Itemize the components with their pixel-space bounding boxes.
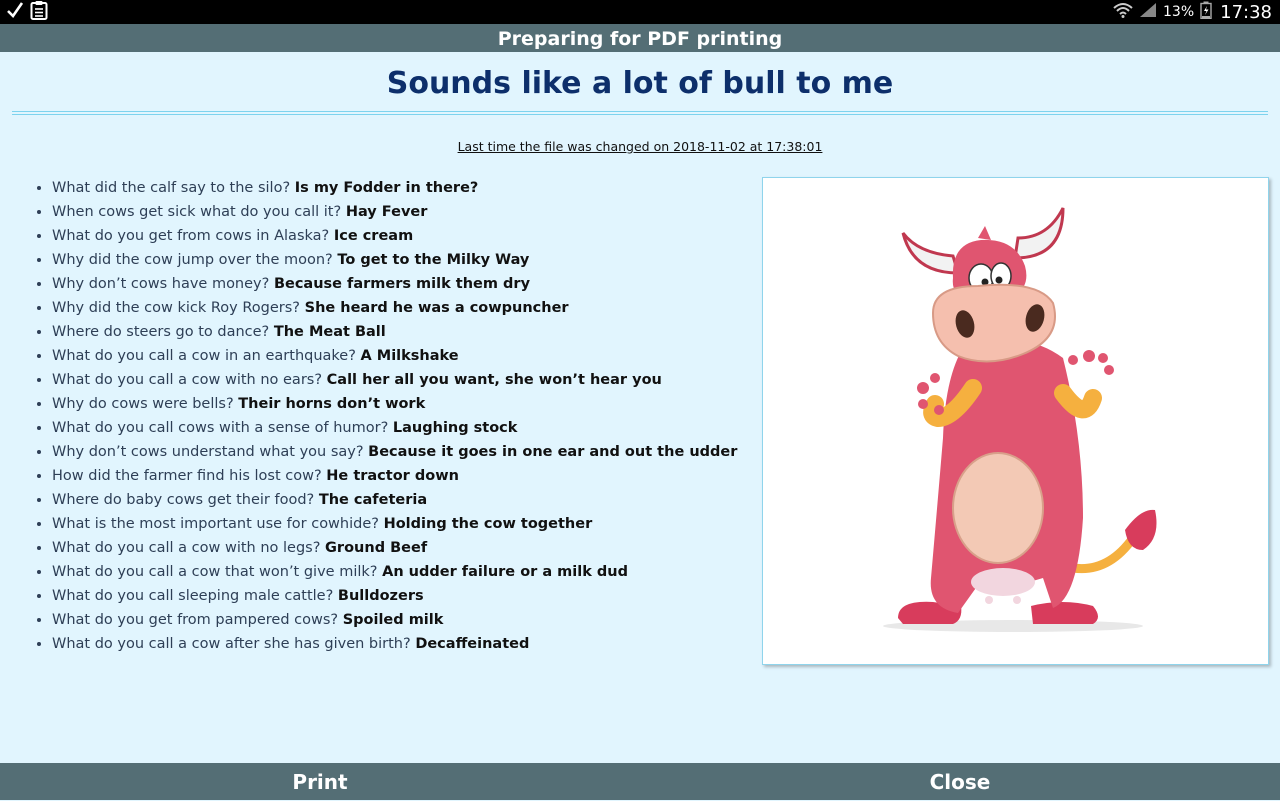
joke-list-item: What do you call sleeping male cattle? B… [52,584,737,608]
title-divider [12,111,1268,112]
joke-question: What do you call a cow with no ears? [52,372,323,388]
joke-question: How did the farmer find his lost cow? [52,468,322,484]
joke-question: Where do steers go to dance? [52,324,270,340]
joke-answer: Bulldozers [337,588,424,604]
joke-question: What do you call a cow in an earthquake? [52,348,356,364]
joke-question: Where do baby cows get their food? [52,492,315,508]
joke-question: What do you call a cow with no legs? [52,540,321,556]
joke-answer: Ground Beef [325,540,428,556]
cow-image-frame [762,177,1269,665]
status-left [0,0,48,24]
joke-list-item: Why did the cow jump over the moon? To g… [52,248,737,272]
battery-percent: 13% [1163,4,1195,20]
joke-list-item: Why don’t cows understand what you say? … [52,440,737,464]
joke-question: Why do cows were bells? [52,396,234,412]
close-button[interactable]: Close [640,763,1280,800]
joke-question: What do you call a cow after she has giv… [52,636,411,652]
joke-question: Why did the cow jump over the moon? [52,252,333,268]
cow-illustration [883,207,1157,632]
status-bar: 13% 17:38 [0,0,1280,24]
title-bar: Preparing for PDF printing [0,24,1280,52]
bottom-bar: Print Close [0,763,1280,800]
joke-question: What did the calf say to the silo? [52,180,291,196]
joke-answer: To get to the Milky Way [337,252,530,268]
joke-question: Why did the cow kick Roy Rogers? [52,300,301,316]
joke-question: What do you call sleeping male cattle? [52,588,334,604]
joke-list-item: What do you call a cow with no legs? Gro… [52,536,737,560]
joke-answer: Because farmers milk them dry [273,276,531,292]
joke-question: What do you call a cow that won’t give m… [52,564,378,580]
joke-answer: Because it goes in one ear and out the u… [368,444,738,460]
joke-list-item: Why do cows were bells? Their horns don’… [52,392,737,416]
battery-icon [1200,1,1212,23]
joke-answer: Their horns don’t work [238,396,426,412]
joke-list-item: What do you get from pampered cows? Spoi… [52,608,737,632]
joke-question: Why don’t cows understand what you say? [52,444,364,460]
status-right: 13% 17:38 [1113,1,1280,23]
joke-list-item: What do you call a cow after she has giv… [52,632,737,656]
joke-answer: Is my Fodder in there? [294,180,479,196]
joke-answer: He tractor down [326,468,459,484]
joke-answer: Decaffeinated [415,636,530,652]
joke-question: What do you call cows with a sense of hu… [52,420,389,436]
check-icon [6,1,24,23]
joke-answer: A Milkshake [360,348,459,364]
wifi-icon [1113,2,1133,22]
joke-answer: Holding the cow together [383,516,593,532]
print-button[interactable]: Print [0,763,640,800]
joke-question: When cows get sick what do you call it? [52,204,342,220]
joke-list-item: What is the most important use for cowhi… [52,512,737,536]
joke-question: Why don’t cows have money? [52,276,270,292]
joke-answer: Hay Fever [345,204,428,220]
joke-answer: Laughing stock [392,420,518,436]
joke-list-item: How did the farmer find his lost cow? He… [52,464,737,488]
title-divider-second [12,114,1268,115]
joke-list-item: What do you call a cow that won’t give m… [52,560,737,584]
joke-question: What do you get from cows in Alaska? [52,228,330,244]
joke-answer: Spoiled milk [342,612,444,628]
joke-list-item: When cows get sick what do you call it? … [52,200,737,224]
joke-list-item: What did the calf say to the silo? Is my… [52,176,737,200]
joke-answer: The Meat Ball [273,324,386,340]
joke-answer: Call her all you want, she won’t hear yo… [326,372,662,388]
joke-answer: The cafeteria [318,492,428,508]
clipboard-icon [30,0,48,24]
joke-list-item: What do you call a cow with no ears? Cal… [52,368,737,392]
last-changed-text: Last time the file was changed on 2018-1… [457,139,823,154]
joke-list-item: Where do steers go to dance? The Meat Ba… [52,320,737,344]
joke-answer: She heard he was a cowpuncher [304,300,569,316]
joke-list-item: What do you get from cows in Alaska? Ice… [52,224,737,248]
joke-question: What is the most important use for cowhi… [52,516,379,532]
joke-list-item: Why did the cow kick Roy Rogers? She hea… [52,296,737,320]
joke-answer: An udder failure or a milk dud [382,564,629,580]
signal-icon [1139,2,1157,22]
joke-answer: Ice cream [333,228,414,244]
joke-list-item: Why don’t cows have money? Because farme… [52,272,737,296]
document-title: Sounds like a lot of bull to me [386,66,894,101]
clock: 17:38 [1220,1,1272,23]
joke-question: What do you get from pampered cows? [52,612,339,628]
joke-list-item: What do you call cows with a sense of hu… [52,416,737,440]
joke-list: What did the calf say to the silo? Is my… [34,176,737,656]
joke-list-item: What do you call a cow in an earthquake?… [52,344,737,368]
joke-list-item: Where do baby cows get their food? The c… [52,488,737,512]
